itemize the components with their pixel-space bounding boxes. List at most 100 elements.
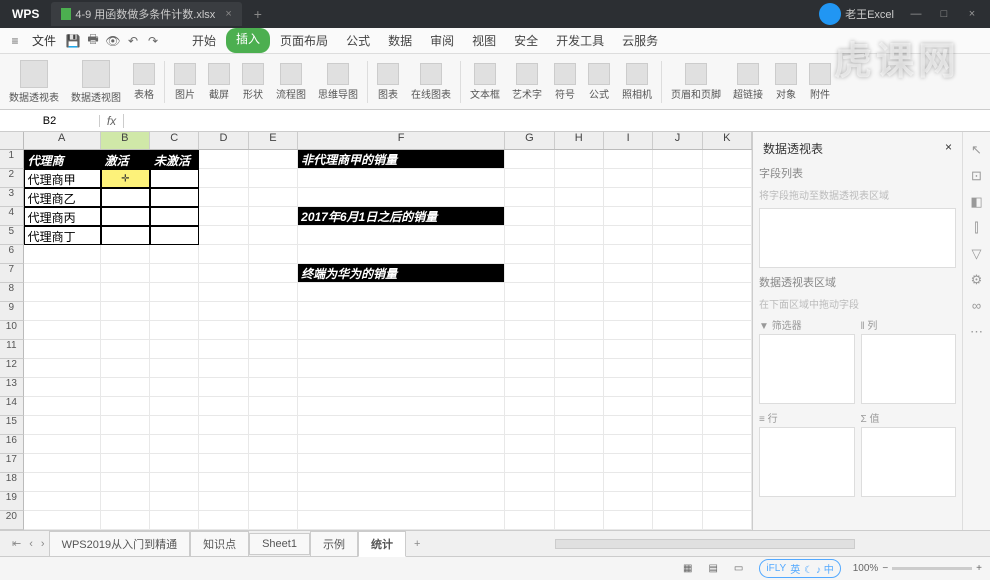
share-icon[interactable]: ∞ (969, 298, 985, 314)
cell[interactable] (298, 435, 505, 454)
cell[interactable] (101, 245, 150, 264)
cell[interactable] (298, 188, 505, 207)
cell[interactable] (199, 435, 248, 454)
cell[interactable] (298, 245, 505, 264)
cell[interactable] (24, 378, 101, 397)
col-header-j[interactable]: J (653, 132, 702, 149)
sheet-tab[interactable]: Sheet1 (249, 533, 310, 555)
cell[interactable] (298, 321, 505, 340)
ribbon-equation[interactable]: 公式 (585, 63, 613, 101)
cell[interactable] (505, 283, 554, 302)
preview-icon[interactable]: 👁 (104, 32, 122, 50)
cell[interactable] (604, 378, 653, 397)
cell[interactable] (249, 340, 298, 359)
sheet-tab[interactable]: 知识点 (190, 531, 249, 557)
cell[interactable] (505, 435, 554, 454)
row-header[interactable]: 3 (0, 188, 24, 207)
cell[interactable] (604, 150, 653, 169)
row-header[interactable]: 7 (0, 264, 24, 283)
cell[interactable] (604, 397, 653, 416)
tab-review[interactable]: 审阅 (422, 28, 462, 53)
cell[interactable] (150, 416, 199, 435)
ribbon-attachment[interactable]: 附件 (806, 63, 834, 101)
cell[interactable] (24, 359, 101, 378)
cell-f4[interactable]: 2017年6月1日之后的销量 (298, 207, 505, 226)
cell[interactable] (555, 378, 604, 397)
cell[interactable] (249, 283, 298, 302)
cell[interactable] (150, 454, 199, 473)
cell[interactable] (101, 378, 150, 397)
cell[interactable] (653, 473, 702, 492)
sheet-nav-prev[interactable]: ‹ (25, 538, 37, 550)
cell[interactable] (604, 340, 653, 359)
cell[interactable] (199, 207, 248, 226)
more-icon[interactable]: ⋯ (969, 324, 985, 340)
cell[interactable] (24, 435, 101, 454)
cell-b3[interactable] (101, 188, 150, 207)
cell[interactable] (199, 397, 248, 416)
sheet-tab[interactable]: 示例 (310, 531, 358, 557)
cell[interactable] (298, 302, 505, 321)
cell[interactable] (249, 264, 298, 283)
cell[interactable] (249, 169, 298, 188)
cell[interactable] (604, 226, 653, 245)
ribbon-textbox[interactable]: 文本框 (467, 63, 503, 101)
cell[interactable] (298, 378, 505, 397)
cell[interactable] (555, 359, 604, 378)
select-all-corner[interactable] (0, 132, 24, 149)
cell[interactable] (703, 321, 752, 340)
cell[interactable] (199, 245, 248, 264)
cell[interactable] (298, 492, 505, 511)
cell[interactable] (199, 416, 248, 435)
cell[interactable] (24, 321, 101, 340)
cell[interactable] (604, 416, 653, 435)
row-header[interactable]: 14 (0, 397, 24, 416)
cell[interactable] (653, 321, 702, 340)
ribbon-wordart[interactable]: 艺术字 (509, 63, 545, 101)
cell[interactable] (24, 340, 101, 359)
ribbon-object[interactable]: 对象 (772, 63, 800, 101)
cell[interactable] (703, 378, 752, 397)
cell-b5[interactable] (101, 226, 150, 245)
window-minimize[interactable]: — (902, 8, 930, 20)
cell[interactable] (101, 454, 150, 473)
cell-c3[interactable] (150, 188, 199, 207)
row-header[interactable]: 15 (0, 416, 24, 435)
row-area[interactable] (759, 427, 855, 497)
cell-c4[interactable] (150, 207, 199, 226)
cell[interactable] (199, 283, 248, 302)
cell[interactable] (298, 226, 505, 245)
row-header[interactable]: 1 (0, 150, 24, 169)
cell[interactable] (199, 378, 248, 397)
cell[interactable] (150, 492, 199, 511)
cell[interactable] (604, 188, 653, 207)
cell[interactable] (505, 302, 554, 321)
new-tab-button[interactable]: + (242, 6, 274, 22)
cell[interactable] (101, 435, 150, 454)
cell[interactable] (555, 264, 604, 283)
view-normal-icon[interactable]: ▦ (679, 563, 696, 574)
cell[interactable] (505, 150, 554, 169)
cell[interactable] (505, 188, 554, 207)
horizontal-scrollbar[interactable] (555, 539, 855, 549)
window-close[interactable]: × (958, 8, 986, 20)
cell[interactable] (249, 397, 298, 416)
tab-devtools[interactable]: 开发工具 (548, 28, 612, 53)
cell[interactable] (555, 416, 604, 435)
tab-security[interactable]: 安全 (506, 28, 546, 53)
cell[interactable] (505, 454, 554, 473)
cell[interactable] (604, 169, 653, 188)
cell[interactable] (298, 340, 505, 359)
row-header[interactable]: 9 (0, 302, 24, 321)
row-header[interactable]: 8 (0, 283, 24, 302)
cell-a4[interactable]: 代理商丙 (24, 207, 101, 226)
row-header[interactable]: 12 (0, 359, 24, 378)
cell[interactable] (150, 302, 199, 321)
cell[interactable] (703, 188, 752, 207)
cell[interactable] (555, 169, 604, 188)
cell[interactable] (703, 302, 752, 321)
cell[interactable] (298, 397, 505, 416)
ribbon-symbol[interactable]: 符号 (551, 63, 579, 101)
settings-icon[interactable]: ⚙ (969, 272, 985, 288)
cell[interactable] (24, 416, 101, 435)
